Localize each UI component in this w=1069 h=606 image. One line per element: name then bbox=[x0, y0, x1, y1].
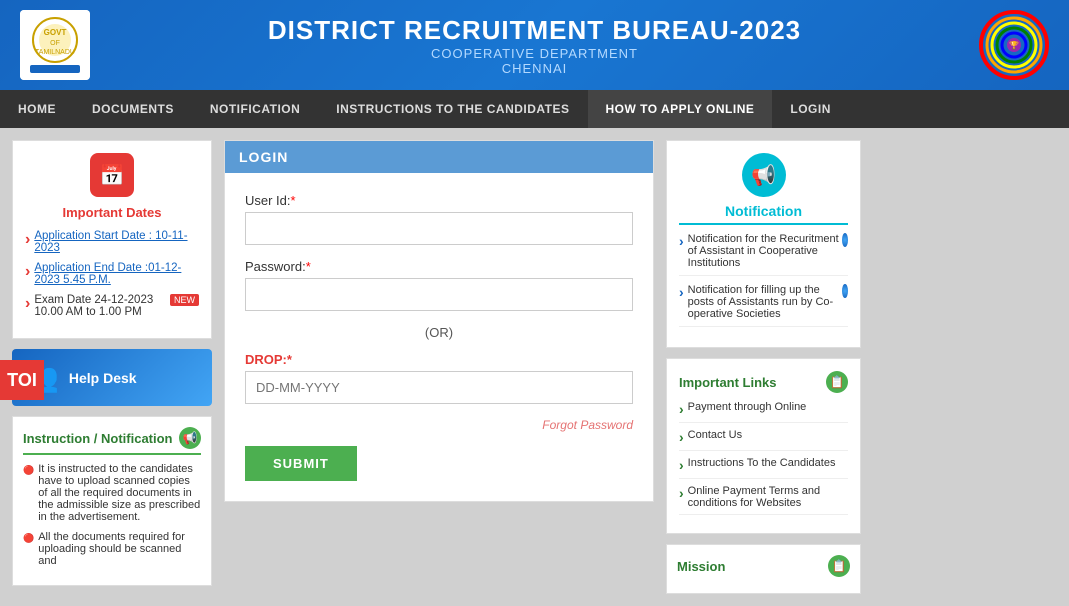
submit-button[interactable]: SUBMIT bbox=[245, 446, 357, 481]
mission-title: Mission 📋 bbox=[677, 555, 850, 577]
center-content: LOGIN User Id:* Password:* (OR) bbox=[224, 140, 654, 594]
important-links-box: Important Links 📋 Payment through Online… bbox=[666, 358, 861, 534]
password-group: Password:* bbox=[245, 259, 633, 311]
globe-icon-2 bbox=[842, 284, 848, 298]
calendar-icon: 📅 bbox=[90, 153, 134, 197]
header-title-block: DISTRICT RECRUITMENT BUREAU-2023 COOPERA… bbox=[90, 15, 979, 76]
notification-box: 📢 Notification Notification for the Recu… bbox=[666, 140, 861, 348]
site-logo: GOVT OF TAMILNADU bbox=[20, 10, 90, 80]
nav-home[interactable]: HOME bbox=[0, 90, 74, 128]
date-item-2[interactable]: Application End Date :01-12-2023 5.45 P.… bbox=[25, 262, 199, 286]
new-badge: NEW bbox=[170, 294, 199, 306]
nav-how-to-apply[interactable]: HOW TO APPLY ONLINE bbox=[588, 90, 773, 128]
important-links-title: Important Links 📋 bbox=[679, 371, 848, 393]
date-item-1[interactable]: Application Start Date : 10-11-2023 bbox=[25, 230, 199, 254]
important-dates-box: 📅 Important Dates Application Start Date… bbox=[12, 140, 212, 339]
drop-input[interactable] bbox=[245, 371, 633, 404]
userid-label: User Id:* bbox=[245, 193, 633, 208]
svg-text:🏆: 🏆 bbox=[1009, 40, 1019, 50]
password-input[interactable] bbox=[245, 278, 633, 311]
link-item-1[interactable]: Payment through Online bbox=[679, 401, 848, 423]
subtitle2: CHENNAI bbox=[90, 61, 979, 76]
notification-title: Notification bbox=[679, 203, 848, 225]
login-body: User Id:* Password:* (OR) DROP:* bbox=[225, 173, 653, 501]
userid-input[interactable] bbox=[245, 212, 633, 245]
instruction-item-1: It is instructed to the candidates have … bbox=[23, 463, 201, 523]
svg-text:TAMILNADU: TAMILNADU bbox=[35, 49, 75, 56]
mission-icon: 📋 bbox=[828, 555, 850, 577]
instruction-icon: 📢 bbox=[179, 427, 201, 449]
instruction-title: Instruction / Notification 📢 bbox=[23, 427, 201, 455]
subtitle1: COOPERATIVE DEPARTMENT bbox=[90, 46, 979, 61]
drop-group: DROP:* bbox=[245, 352, 633, 404]
main-title: DISTRICT RECRUITMENT BUREAU-2023 bbox=[90, 15, 979, 46]
notification-item-2[interactable]: Notification for filling up the posts of… bbox=[679, 284, 848, 327]
instruction-box: Instruction / Notification 📢 It is instr… bbox=[12, 416, 212, 586]
emblem: 🏆 bbox=[979, 10, 1049, 80]
nav-documents[interactable]: DOCUMENTS bbox=[74, 90, 192, 128]
link-item-3[interactable]: Instructions To the Candidates bbox=[679, 457, 848, 479]
userid-group: User Id:* bbox=[245, 193, 633, 245]
forgot-password-link[interactable]: Forgot Password bbox=[245, 418, 633, 432]
svg-text:OF: OF bbox=[50, 40, 60, 47]
globe-icon-1 bbox=[842, 233, 848, 247]
notification-item-1[interactable]: Notification for the Recuritment of Assi… bbox=[679, 233, 848, 276]
links-icon: 📋 bbox=[826, 371, 848, 393]
navbar: HOME DOCUMENTS NOTIFICATION INSTRUCTIONS… bbox=[0, 90, 1069, 128]
main-content: 📅 Important Dates Application Start Date… bbox=[0, 128, 1069, 606]
toi-badge[interactable]: TOI bbox=[0, 360, 44, 400]
instruction-item-2: All the documents required for uploading… bbox=[23, 531, 201, 567]
svg-text:GOVT: GOVT bbox=[44, 28, 67, 37]
notification-icon: 📢 bbox=[742, 153, 786, 197]
login-header: LOGIN bbox=[225, 141, 653, 173]
nav-notification[interactable]: NOTIFICATION bbox=[192, 90, 318, 128]
nav-instructions[interactable]: INSTRUCTIONS TO THE CANDIDATES bbox=[318, 90, 587, 128]
password-label: Password:* bbox=[245, 259, 633, 274]
date-item-3[interactable]: Exam Date 24-12-2023 10.00 AM to 1.00 PM… bbox=[25, 294, 199, 318]
helpdesk-label: Help Desk bbox=[69, 370, 137, 386]
header: GOVT OF TAMILNADU DISTRICT RECRUITMENT B… bbox=[0, 0, 1069, 90]
link-item-4[interactable]: Online Payment Terms and conditions for … bbox=[679, 485, 848, 515]
link-item-2[interactable]: Contact Us bbox=[679, 429, 848, 451]
important-dates-title: Important Dates bbox=[25, 205, 199, 220]
nav-login[interactable]: LOGIN bbox=[772, 90, 849, 128]
login-box: LOGIN User Id:* Password:* (OR) bbox=[224, 140, 654, 502]
right-sidebar: 📢 Notification Notification for the Recu… bbox=[666, 140, 861, 594]
or-divider: (OR) bbox=[245, 325, 633, 340]
drop-label: DROP:* bbox=[245, 352, 633, 367]
mission-box: Mission 📋 bbox=[666, 544, 861, 594]
